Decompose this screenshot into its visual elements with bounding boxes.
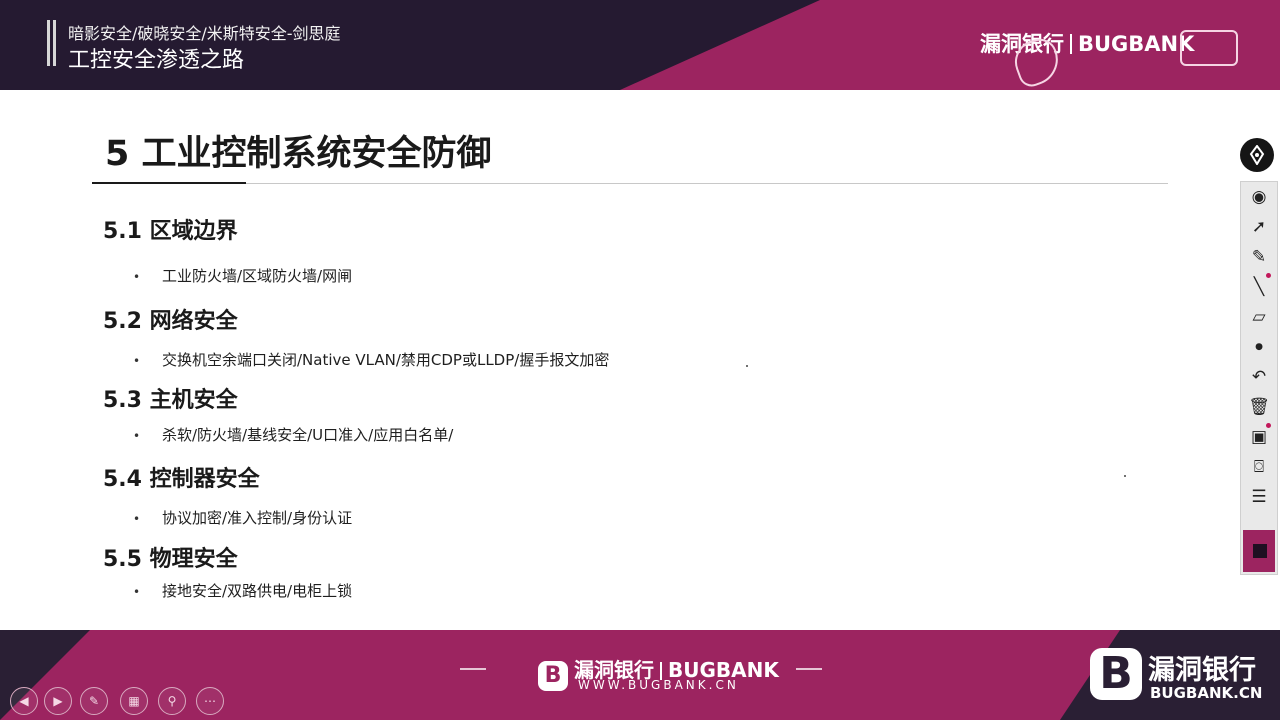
header-brand: 漏洞银行 BUGBANK xyxy=(980,28,1194,58)
footer-right-cn: 漏洞银行 xyxy=(1148,655,1256,686)
active-indicator xyxy=(1266,423,1271,428)
section-heading-5-4: 5.4 控制器安全 xyxy=(103,467,260,492)
scribble-annotation-box xyxy=(1180,30,1238,66)
bullet: • xyxy=(133,270,141,284)
dot-icon[interactable]: ● xyxy=(1241,334,1277,360)
active-indicator xyxy=(1266,273,1271,278)
annotation-toolbar: ◉ ➚ ✎ ╲ ▱ ● ↶ 🗑 ▣ ⌼ ☰ xyxy=(1237,136,1280,576)
eraser-icon[interactable]: ▱ xyxy=(1241,304,1277,330)
prev-button[interactable]: ◀ xyxy=(10,687,38,715)
zoom-button[interactable]: ⚲ xyxy=(158,687,186,715)
section-heading-5-1: 5.1 区域边界 xyxy=(103,219,238,244)
pen-icon: ✎ xyxy=(88,694,100,708)
more-button[interactable]: ⋯ xyxy=(196,687,224,715)
stray-dot xyxy=(1124,475,1126,477)
stray-dot xyxy=(746,365,748,367)
bullet: • xyxy=(133,354,141,368)
highlighter-icon[interactable]: ✎ xyxy=(1241,244,1277,270)
clipboard-icon[interactable]: ☰ xyxy=(1241,484,1277,510)
footer-right-en: BUGBANK.CN xyxy=(1150,684,1263,702)
header-brand-en: BUGBANK xyxy=(1078,32,1195,56)
eye-icon[interactable]: ◉ xyxy=(1241,184,1277,210)
title-underline xyxy=(92,182,246,184)
header-bars xyxy=(47,20,50,66)
list-item-text: 协议加密/准入控制/身份认证 xyxy=(162,509,353,527)
slide-header: 暗影安全/破晓安全/米斯特安全-剑思庭 工控安全渗透之路 漏洞银行 BUGBANK xyxy=(0,0,1280,90)
pen-icon[interactable] xyxy=(1240,138,1274,172)
bugbank-logo-icon: B xyxy=(538,661,568,691)
list-item: • 接地安全/双路供电/电柜上锁 xyxy=(133,580,352,601)
line-icon[interactable]: ╲ xyxy=(1241,274,1277,300)
arrow-right-icon: ▶ xyxy=(53,694,63,708)
pen-button[interactable]: ✎ xyxy=(80,687,108,715)
footer-dash xyxy=(460,668,486,670)
tool-panel: ◉ ➚ ✎ ╲ ▱ ● ↶ 🗑 ▣ ⌼ ☰ xyxy=(1240,181,1278,575)
pointer-icon[interactable]: ➚ xyxy=(1241,214,1277,240)
next-button[interactable]: ▶ xyxy=(44,687,72,715)
pages-button[interactable]: ▦ xyxy=(120,687,148,715)
section-heading-5-5: 5.5 物理安全 xyxy=(103,547,238,572)
list-item: • 工业防火墙/区域防火墙/网闸 xyxy=(133,265,352,286)
color-swatch[interactable] xyxy=(1243,530,1275,572)
title-divider xyxy=(92,183,1168,184)
header-title: 工控安全渗透之路 xyxy=(68,48,245,73)
slide-title: 5 工业控制系统安全防御 xyxy=(105,134,492,174)
footer-url: WWW.BUGBANK.CN xyxy=(578,678,739,692)
list-item: • 协议加密/准入控制/身份认证 xyxy=(133,507,352,528)
section-heading-5-2: 5.2 网络安全 xyxy=(103,309,238,334)
camera-icon[interactable]: ⌼ xyxy=(1241,454,1277,480)
more-icon: ⋯ xyxy=(204,694,216,708)
list-item: • 交换机空余端口关闭/Native VLAN/禁用CDP或LLDP/握手报文加密 xyxy=(133,349,609,370)
pages-icon: ▦ xyxy=(128,694,140,708)
footer-dash xyxy=(796,668,822,670)
list-item-text: 交换机空余端口关闭/Native VLAN/禁用CDP或LLDP/握手报文加密 xyxy=(162,351,610,369)
bullet: • xyxy=(133,512,141,526)
list-item: • 杀软/防火墙/基线安全/U口准入/应用白名单/ xyxy=(133,424,453,445)
arrow-left-icon: ◀ xyxy=(19,694,29,708)
header-subtitle: 暗影安全/破晓安全/米斯特安全-剑思庭 xyxy=(68,24,341,43)
bugbank-logo-icon: B xyxy=(1090,648,1142,700)
section-heading-5-3: 5.3 主机安全 xyxy=(103,388,238,413)
whiteboard-icon[interactable]: ▣ xyxy=(1241,424,1277,450)
list-item-text: 接地安全/双路供电/电柜上锁 xyxy=(162,582,353,600)
slide-footer: B 漏洞银行 BUGBANK WWW.BUGBANK.CN B 漏洞银行 BUGBA… xyxy=(0,630,1280,720)
list-item-text: 工业防火墙/区域防火墙/网闸 xyxy=(162,267,353,285)
bullet: • xyxy=(133,429,141,443)
header-accent-wedge xyxy=(620,0,820,90)
undo-icon[interactable]: ↶ xyxy=(1241,364,1277,390)
bullet: • xyxy=(133,585,141,599)
zoom-icon: ⚲ xyxy=(167,694,177,708)
trash-icon[interactable]: 🗑 xyxy=(1241,394,1277,420)
brand-divider xyxy=(1070,34,1072,54)
list-item-text: 杀软/防火墙/基线安全/U口准入/应用白名单/ xyxy=(162,426,454,444)
